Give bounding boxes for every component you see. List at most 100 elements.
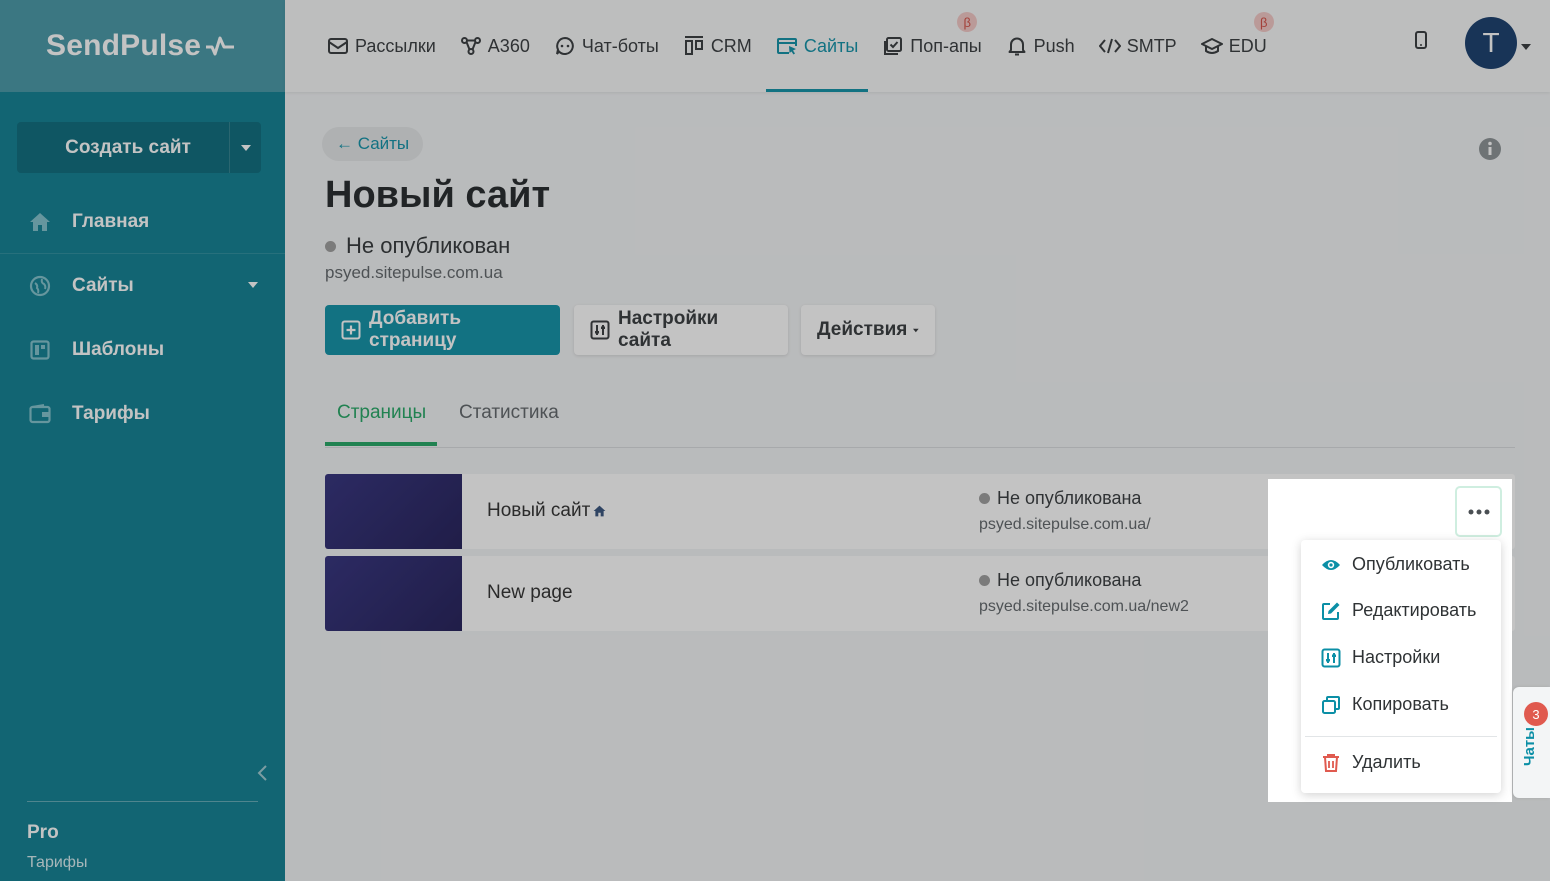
collapse-sidebar-icon[interactable] bbox=[255, 763, 269, 783]
tab-statistics[interactable]: Статистика bbox=[459, 402, 559, 424]
automation-icon bbox=[460, 35, 482, 57]
nav-label: Чат-боты bbox=[581, 35, 659, 56]
actions-dropdown[interactable]: Действия bbox=[801, 305, 935, 355]
menu-item-settings[interactable]: Настройки bbox=[1320, 647, 1440, 668]
info-icon[interactable] bbox=[1478, 137, 1502, 161]
actions-label: Действия bbox=[817, 319, 908, 340]
page-status-text: Не опубликована bbox=[997, 570, 1142, 590]
wallet-icon bbox=[28, 402, 52, 426]
nav-sites[interactable]: Сайты bbox=[765, 0, 869, 92]
tab-pages[interactable]: Страницы bbox=[337, 402, 426, 424]
page-status: Не опубликована bbox=[979, 488, 1141, 509]
nav-edu[interactable]: EDU β bbox=[1200, 0, 1274, 92]
bell-icon bbox=[1006, 35, 1028, 57]
plan-tariffs-link[interactable]: Тарифы bbox=[27, 854, 258, 872]
sidebar-item-label: Шаблоны bbox=[72, 339, 165, 360]
site-settings-button[interactable]: Настройки сайта bbox=[574, 305, 788, 355]
menu-item-publish[interactable]: Опубликовать bbox=[1320, 554, 1470, 575]
code-icon bbox=[1098, 35, 1121, 57]
plan-name: Pro bbox=[27, 822, 59, 843]
logo-bar: SendPulse bbox=[0, 0, 285, 92]
nav-label: SMTP bbox=[1126, 35, 1177, 56]
menu-item-copy[interactable]: Копировать bbox=[1320, 694, 1449, 715]
home-icon bbox=[593, 505, 606, 517]
sidebar-nav: Главная Сайты Шаблоны Тарифы bbox=[0, 190, 285, 446]
pulse-icon bbox=[206, 36, 235, 56]
page-url[interactable]: psyed.sitepulse.com.ua/ bbox=[979, 516, 1151, 534]
menu-item-delete[interactable]: Удалить bbox=[1320, 752, 1421, 773]
sidebar-item-label: Главная bbox=[72, 210, 150, 232]
page-status: Не опубликована bbox=[979, 570, 1141, 591]
nav-crm[interactable]: CRM bbox=[683, 0, 752, 92]
page-name-text: New page bbox=[487, 582, 573, 603]
chats-side-tab[interactable]: 3 Чаты bbox=[1513, 687, 1550, 798]
more-dots-icon bbox=[1468, 509, 1489, 514]
sliders-icon bbox=[590, 320, 610, 340]
top-bar: Рассылки A360 Чат-боты CRM Сайты Поп-апы… bbox=[285, 0, 1550, 92]
nav-smtp[interactable]: SMTP bbox=[1098, 0, 1177, 92]
create-site-dropdown[interactable] bbox=[229, 122, 261, 173]
page-name[interactable]: Новый сайт bbox=[487, 500, 606, 522]
sites-icon bbox=[776, 35, 798, 57]
page-thumbnail[interactable] bbox=[325, 556, 462, 631]
edit-icon bbox=[1320, 601, 1342, 621]
menu-divider bbox=[1305, 736, 1497, 737]
crm-icon bbox=[683, 35, 705, 57]
nav-label: Сайты bbox=[803, 35, 859, 56]
sidebar: SendPulse Создать сайт Главная Сайты Шаб… bbox=[0, 0, 285, 881]
nav-label: EDU bbox=[1228, 35, 1267, 56]
sidebar-item-label: Тарифы bbox=[72, 403, 150, 424]
sidebar-item-home[interactable]: Главная bbox=[0, 190, 285, 254]
caret-down-icon[interactable] bbox=[1521, 44, 1531, 50]
plan-block: Pro Тарифы bbox=[27, 801, 258, 872]
templates-icon bbox=[28, 338, 52, 362]
globe-icon bbox=[28, 274, 52, 298]
chats-label: Чаты bbox=[1521, 727, 1538, 767]
avatar[interactable]: T bbox=[1465, 17, 1517, 69]
home-icon bbox=[28, 210, 52, 234]
more-options-button[interactable] bbox=[1455, 486, 1502, 537]
sidebar-item-sites[interactable]: Сайты bbox=[0, 254, 285, 318]
logo[interactable]: SendPulse bbox=[46, 29, 235, 63]
copy-icon bbox=[1320, 695, 1342, 715]
menu-item-label: Копировать bbox=[1352, 694, 1449, 714]
page-status-text: Не опубликована bbox=[997, 488, 1142, 508]
page-name[interactable]: New page bbox=[487, 582, 573, 604]
avatar-letter: T bbox=[1482, 27, 1500, 58]
back-to-sites-link[interactable]: ← Сайты bbox=[322, 127, 424, 161]
mobile-icon[interactable] bbox=[1414, 30, 1428, 50]
nav-popups[interactable]: Поп-апы β bbox=[882, 0, 982, 92]
nav-push[interactable]: Push bbox=[1006, 0, 1075, 92]
page-url[interactable]: psyed.sitepulse.com.ua/new2 bbox=[979, 598, 1189, 616]
beta-badge: β bbox=[957, 12, 978, 32]
menu-item-edit[interactable]: Редактировать bbox=[1320, 600, 1476, 621]
add-page-button[interactable]: Добавить страницу bbox=[325, 305, 560, 355]
site-status: Не опубликован bbox=[325, 233, 510, 259]
status-dot bbox=[979, 493, 990, 504]
nav-label: Рассылки bbox=[355, 35, 436, 56]
nav-mailings[interactable]: Рассылки bbox=[327, 0, 436, 92]
nav-label: CRM bbox=[710, 35, 752, 56]
tabs: Страницы Статистика bbox=[325, 392, 1515, 448]
sidebar-item-label: Сайты bbox=[72, 275, 134, 296]
eye-icon bbox=[1320, 558, 1342, 572]
trash-icon bbox=[1320, 753, 1342, 773]
add-page-label: Добавить страницу bbox=[369, 308, 462, 351]
nav-a360[interactable]: A360 bbox=[460, 0, 530, 92]
create-site-button[interactable]: Создать сайт bbox=[17, 122, 261, 173]
sliders-icon bbox=[1320, 648, 1342, 668]
menu-item-label: Редактировать bbox=[1352, 600, 1477, 620]
sidebar-item-templates[interactable]: Шаблоны bbox=[0, 318, 285, 382]
menu-item-label: Удалить bbox=[1352, 752, 1421, 772]
caret-down-icon bbox=[240, 144, 251, 151]
sidebar-item-tariffs[interactable]: Тарифы bbox=[0, 382, 285, 446]
row-actions-menu: Опубликовать Редактировать Настройки Коп… bbox=[1301, 540, 1501, 793]
popup-icon bbox=[882, 35, 904, 57]
page-thumbnail[interactable] bbox=[325, 474, 462, 549]
menu-item-label: Опубликовать bbox=[1352, 554, 1470, 574]
page-name-text: Новый сайт bbox=[487, 500, 591, 521]
nav-label: Push bbox=[1033, 35, 1075, 56]
nav-chatbots[interactable]: Чат-боты bbox=[554, 0, 659, 92]
status-dot bbox=[979, 575, 990, 586]
site-url[interactable]: psyed.sitepulse.com.ua bbox=[325, 263, 503, 283]
